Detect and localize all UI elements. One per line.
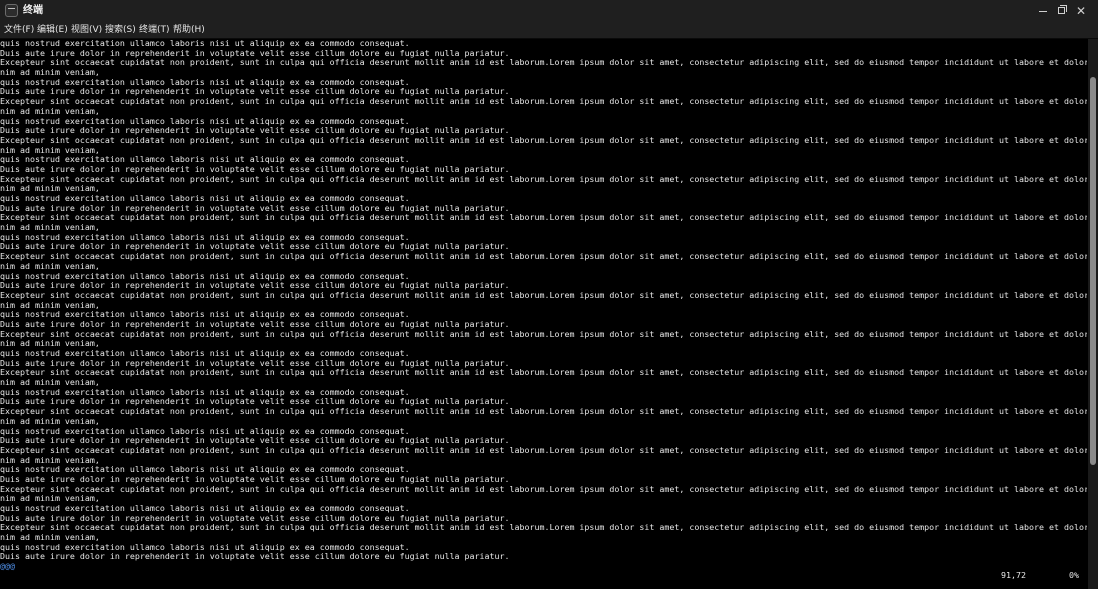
window-title: 终端 — [23, 5, 43, 16]
close-button[interactable]: ✕ — [1072, 2, 1090, 20]
menu-file[interactable]: 文件(F) — [4, 23, 34, 37]
title-bar[interactable]: 终端 ✕ — [0, 0, 1098, 22]
terminal-line: Excepteur sint occaecat cupidatat non pr… — [0, 96, 1087, 107]
scroll-percent: 0% — [1069, 570, 1079, 580]
terminal-line: Excepteur sint occaecat cupidatat non pr… — [0, 289, 1087, 300]
terminal-line: Excepteur sint occaecat cupidatat non pr… — [0, 57, 1087, 68]
terminal-output-area[interactable]: quis nostrud exercitation ullamco labori… — [0, 39, 1087, 589]
restore-button[interactable] — [1053, 2, 1071, 20]
terminal-line: Excepteur sint occaecat cupidatat non pr… — [0, 367, 1087, 378]
minimize-icon — [1039, 11, 1047, 12]
terminal-line: Excepteur sint occaecat cupidatat non pr… — [0, 251, 1087, 262]
menu-bar: 文件(F) 编辑(E) 视图(V) 搜索(S) 终端(T) 帮助(H) — [0, 22, 1098, 39]
terminal-line: Excepteur sint occaecat cupidatat non pr… — [0, 483, 1087, 494]
terminal-prompt: @@@ — [0, 561, 15, 571]
terminal-line: Excepteur sint occaecat cupidatat non pr… — [0, 522, 1087, 533]
menu-view[interactable]: 视图(V) — [71, 23, 102, 37]
minimize-button[interactable] — [1034, 2, 1052, 20]
terminal-line: Excepteur sint occaecat cupidatat non pr… — [0, 406, 1087, 417]
menu-help[interactable]: 帮助(H) — [173, 23, 205, 37]
menu-edit[interactable]: 编辑(E) — [37, 23, 68, 37]
restore-icon — [1058, 5, 1067, 14]
terminal-line: Excepteur sint occaecat cupidatat non pr… — [0, 212, 1087, 223]
scrollbar-thumb[interactable] — [1090, 77, 1096, 465]
terminal-line: Excepteur sint occaecat cupidatat non pr… — [0, 173, 1087, 184]
terminal-line: Excepteur sint occaecat cupidatat non pr… — [0, 134, 1087, 145]
menu-terminal[interactable]: 终端(T) — [139, 23, 170, 37]
terminal-line: Excepteur sint occaecat cupidatat non pr… — [0, 444, 1087, 455]
terminal-line: Excepteur sint occaecat cupidatat non pr… — [0, 328, 1087, 339]
terminal-app-icon — [5, 4, 18, 17]
menu-search[interactable]: 搜索(S) — [105, 23, 136, 37]
terminal-line: Duis aute irure dolor in reprehenderit i… — [0, 551, 510, 562]
close-icon: ✕ — [1075, 4, 1087, 18]
cursor-position: 91,72 — [1001, 570, 1026, 580]
terminal-text: quis nostrud exercitation ullamco labori… — [0, 39, 1087, 562]
terminal-window: 终端 ✕ 文件(F) 编辑(E) 视图(V) 搜索(S) 终端(T) 帮助(H)… — [0, 0, 1098, 589]
vertical-scrollbar[interactable] — [1088, 39, 1098, 589]
